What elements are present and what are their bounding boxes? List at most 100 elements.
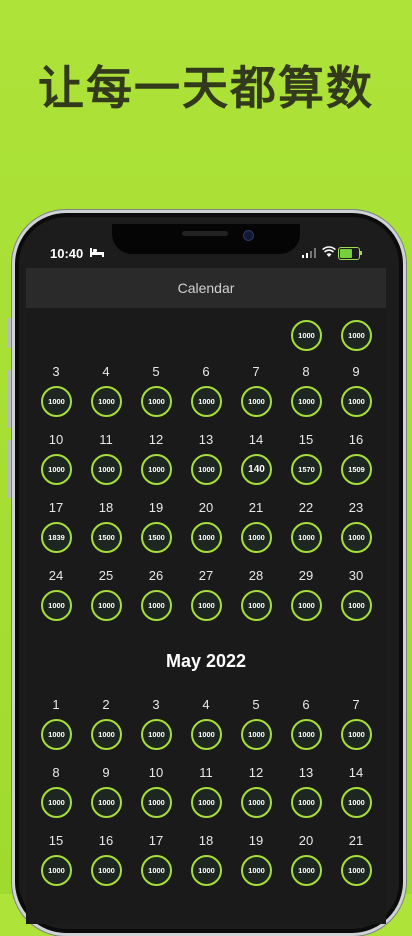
day-number: 16 <box>348 432 364 447</box>
day-number: 3 <box>152 697 160 712</box>
day-number: 30 <box>348 568 364 583</box>
day-step-ring[interactable]: 1000 <box>291 386 322 417</box>
day-number: 29 <box>298 568 314 583</box>
day-step-ring[interactable]: 1000 <box>91 719 122 750</box>
day-number: 4 <box>102 364 110 379</box>
day-step-ring[interactable]: 1000 <box>41 454 72 485</box>
phone-screen: 10:40 Calendar May 2022 1000 1000 3 1000 4 10… <box>26 224 386 924</box>
day-step-ring[interactable]: 1000 <box>291 719 322 750</box>
day-step-ring[interactable]: 1000 <box>191 590 222 621</box>
day-number: 28 <box>248 568 264 583</box>
day-step-ring[interactable]: 1000 <box>291 855 322 886</box>
day-step-ring[interactable]: 1000 <box>191 787 222 818</box>
day-step-ring[interactable]: 1000 <box>241 719 272 750</box>
day-number: 27 <box>198 568 214 583</box>
day-number: 17 <box>48 500 64 515</box>
day-number: 14 <box>348 765 364 780</box>
day-step-ring[interactable]: 1000 <box>141 787 172 818</box>
day-step-ring[interactable]: 1000 <box>141 855 172 886</box>
day-number: 21 <box>248 500 264 515</box>
nav-title: Calendar <box>26 268 386 308</box>
day-number: 26 <box>148 568 164 583</box>
day-step-ring[interactable]: 1000 <box>291 320 322 351</box>
day-number: 20 <box>298 833 314 848</box>
day-number: 3 <box>52 364 60 379</box>
day-step-ring[interactable]: 1000 <box>341 522 372 553</box>
day-step-ring[interactable]: 1000 <box>341 787 372 818</box>
battery-icon <box>338 247 362 260</box>
day-step-ring[interactable]: 1000 <box>341 855 372 886</box>
wifi-icon <box>322 246 336 257</box>
day-step-ring[interactable]: 1000 <box>141 590 172 621</box>
day-step-ring[interactable]: 1000 <box>241 787 272 818</box>
day-step-ring[interactable]: 1000 <box>91 386 122 417</box>
day-step-ring[interactable]: 1000 <box>41 787 72 818</box>
day-step-ring[interactable]: 1000 <box>41 386 72 417</box>
day-number: 13 <box>298 765 314 780</box>
day-step-ring[interactable]: 1000 <box>41 590 72 621</box>
day-step-ring[interactable]: 1000 <box>91 454 122 485</box>
calendar-scroll-view[interactable]: May 2022 1000 1000 3 1000 4 1000 5 1000 6 1000 7 10… <box>26 308 386 924</box>
speaker <box>182 231 228 236</box>
day-step-ring[interactable]: 1000 <box>241 522 272 553</box>
day-number: 1 <box>52 697 60 712</box>
day-number: 17 <box>148 833 164 848</box>
day-number: 10 <box>48 432 64 447</box>
day-step-ring[interactable]: 1000 <box>291 522 322 553</box>
day-number: 6 <box>202 364 210 379</box>
notch <box>112 224 300 254</box>
day-number: 7 <box>352 697 360 712</box>
month-title: May 2022 <box>165 651 247 671</box>
day-number: 18 <box>198 833 214 848</box>
day-step-ring[interactable]: 1000 <box>91 590 122 621</box>
day-number: 25 <box>98 568 114 583</box>
day-number: 5 <box>252 697 260 712</box>
day-step-ring[interactable]: 1839 <box>41 522 72 553</box>
day-step-ring[interactable]: 1000 <box>41 855 72 886</box>
day-number: 8 <box>302 364 310 379</box>
day-step-ring[interactable]: 1000 <box>341 320 372 351</box>
day-step-ring[interactable]: 140 <box>241 454 272 485</box>
camera-icon <box>243 230 254 241</box>
day-number: 24 <box>48 568 64 583</box>
day-step-ring[interactable]: 1000 <box>341 590 372 621</box>
day-step-ring[interactable]: 1500 <box>141 522 172 553</box>
day-step-ring[interactable]: 1570 <box>291 454 322 485</box>
day-step-ring[interactable]: 1000 <box>141 454 172 485</box>
day-step-ring[interactable]: 1000 <box>191 522 222 553</box>
day-step-ring[interactable]: 1000 <box>191 454 222 485</box>
signal-icon <box>302 248 316 258</box>
day-step-ring[interactable]: 1000 <box>91 855 122 886</box>
day-number: 6 <box>302 697 310 712</box>
status-time: 10:40 <box>50 246 84 261</box>
day-step-ring[interactable]: 1000 <box>91 787 122 818</box>
day-step-ring[interactable]: 1000 <box>341 386 372 417</box>
day-step-ring[interactable]: 1000 <box>341 719 372 750</box>
day-number: 15 <box>48 833 64 848</box>
day-number: 12 <box>148 432 164 447</box>
day-number: 13 <box>198 432 214 447</box>
day-number: 9 <box>352 364 360 379</box>
day-step-ring[interactable]: 1000 <box>41 719 72 750</box>
day-step-ring[interactable]: 1000 <box>191 855 222 886</box>
day-step-ring[interactable]: 1000 <box>291 787 322 818</box>
day-step-ring[interactable]: 1509 <box>341 454 372 485</box>
day-step-ring[interactable]: 1000 <box>141 719 172 750</box>
day-number: 19 <box>248 833 264 848</box>
day-number: 15 <box>298 432 314 447</box>
day-step-ring[interactable]: 1000 <box>141 386 172 417</box>
day-number: 12 <box>248 765 264 780</box>
day-step-ring[interactable]: 1000 <box>241 590 272 621</box>
day-number: 2 <box>102 697 110 712</box>
day-step-ring[interactable]: 1000 <box>291 590 322 621</box>
day-number: 9 <box>102 765 110 780</box>
day-step-ring[interactable]: 1000 <box>191 719 222 750</box>
bed-icon <box>90 248 104 257</box>
day-step-ring[interactable]: 1000 <box>241 855 272 886</box>
day-number: 8 <box>52 765 60 780</box>
day-step-ring[interactable]: 1000 <box>191 386 222 417</box>
day-step-ring[interactable]: 1000 <box>241 386 272 417</box>
day-number: 22 <box>298 500 314 515</box>
day-number: 10 <box>148 765 164 780</box>
day-step-ring[interactable]: 1500 <box>91 522 122 553</box>
